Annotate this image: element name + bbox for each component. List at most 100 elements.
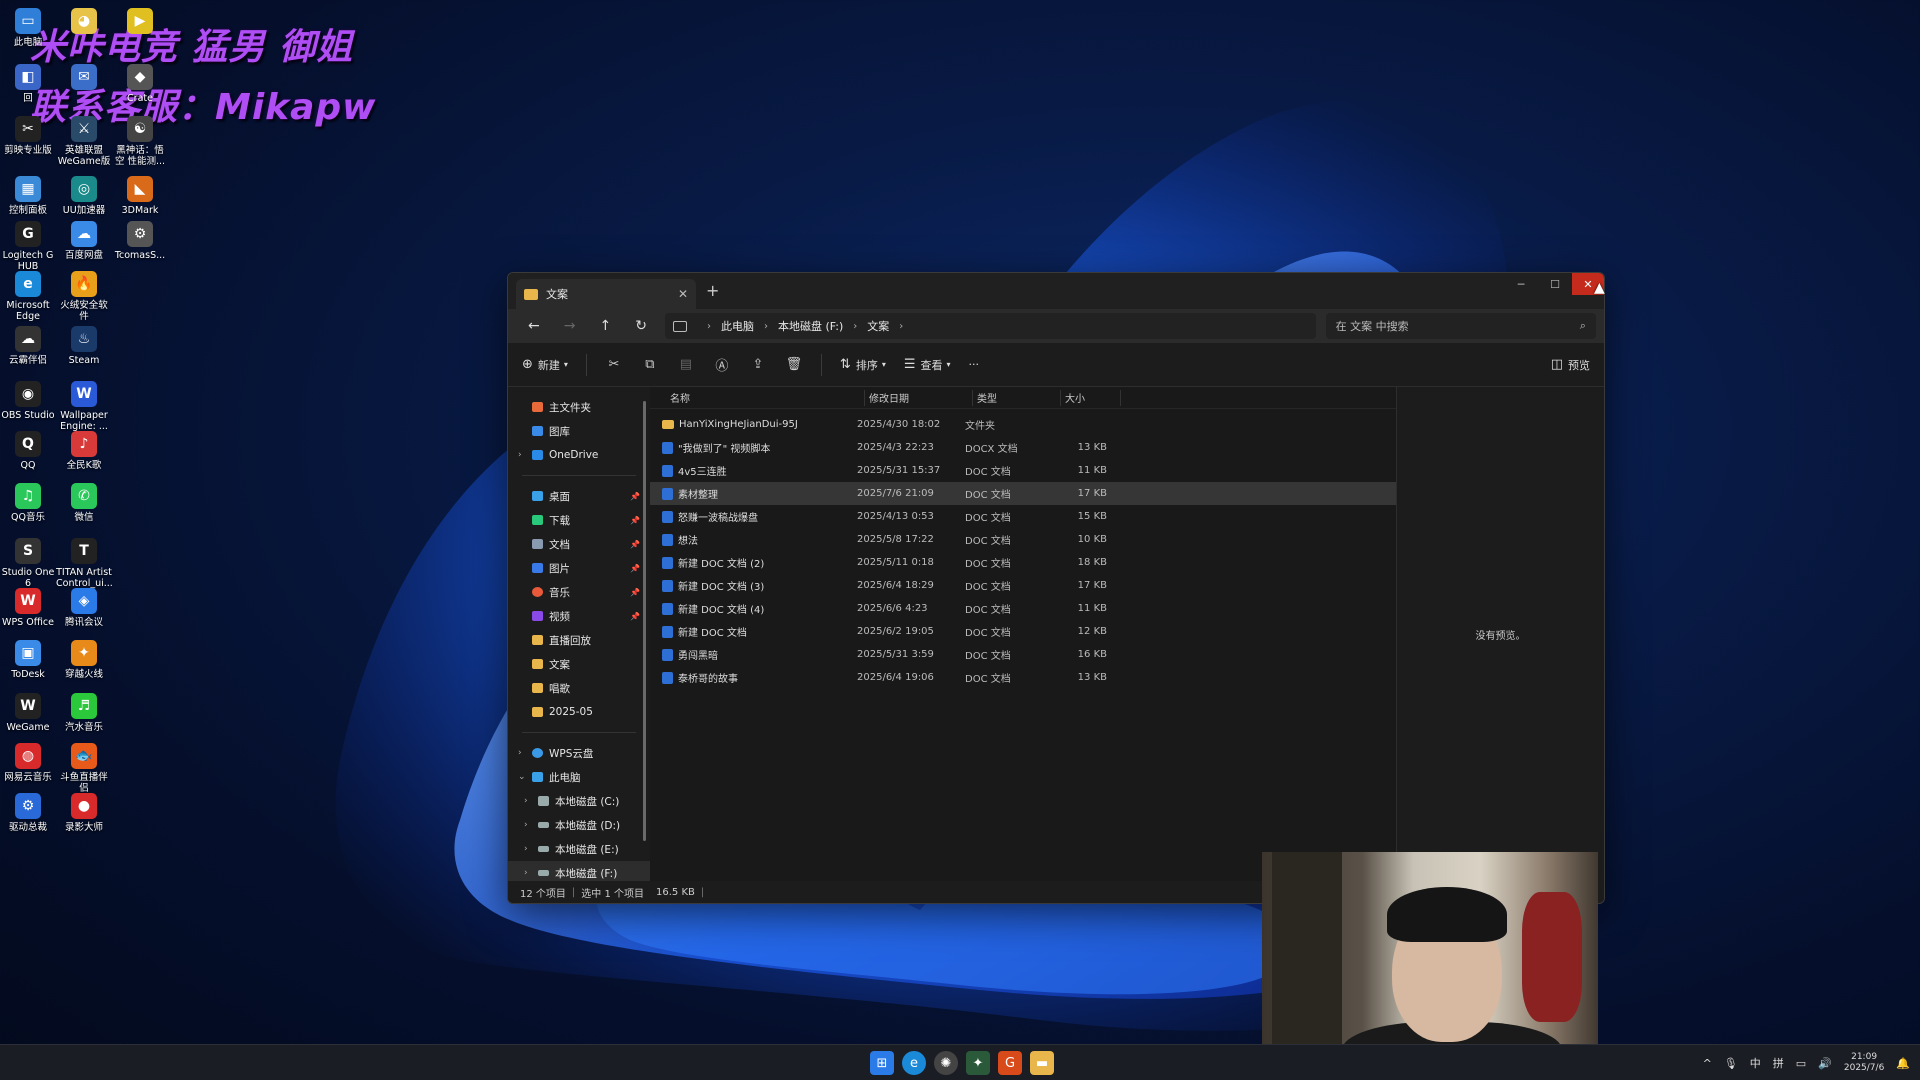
desktop-icon-item[interactable]: ◆ Crate (112, 64, 168, 104)
preview-button[interactable]: ◫ 预览 (1551, 357, 1590, 373)
nav-item-thispc[interactable]: ⌄ 此电脑 (508, 765, 650, 789)
new-tab-button[interactable]: + (706, 281, 719, 300)
app-icon[interactable]: G (998, 1051, 1022, 1075)
desktop-icon-item[interactable]: W WeGame (0, 693, 56, 733)
nav-item-drive-c[interactable]: › 本地磁盘 (C:) (508, 789, 650, 813)
nav-item-onedrive[interactable]: › OneDrive (508, 443, 650, 467)
forward-arrow-icon[interactable]: → (552, 318, 588, 334)
desktop-icon-item[interactable]: T TITAN Artist Control_ui... (56, 538, 113, 589)
desktop-icon-item[interactable]: ✉ (56, 64, 112, 93)
refresh-icon[interactable]: ↻ (623, 318, 659, 334)
desktop-icon-item[interactable]: ☁ 云霸伴侣 (0, 326, 56, 366)
new-button[interactable]: ⊕ 新建 ▾ (522, 357, 568, 373)
file-row[interactable]: "我做到了" 视频脚本 2025/4/3 22:23 DOCX 文档 13 KB (650, 436, 1396, 459)
desktop-icon-item[interactable]: Q QQ (0, 431, 56, 471)
nav-item-recordings[interactable]: 直播回放 (508, 628, 650, 652)
desktop-icon-item[interactable]: ♨ Steam (56, 326, 112, 366)
nav-item-songs[interactable]: 唱歌 (508, 676, 650, 700)
desktop-icon-item[interactable]: ◍ 网易云音乐 (0, 743, 56, 783)
network-icon[interactable]: ▭ (1796, 1057, 1806, 1070)
desktop-icon-item[interactable]: ◣ 3DMark (112, 176, 168, 216)
nav-item-downloads[interactable]: 下载 📌 (508, 508, 650, 532)
volume-icon[interactable]: 🔊 (1818, 1057, 1832, 1070)
desktop-icon-item[interactable]: e Microsoft Edge (0, 271, 56, 322)
file-row[interactable]: 勇闯黑暗 2025/5/31 3:59 DOC 文档 16 KB (650, 643, 1396, 666)
nav-item-drive-e[interactable]: › 本地磁盘 (E:) (508, 837, 650, 861)
desktop-icon-item[interactable]: G Logitech G HUB (0, 221, 56, 272)
desktop-icon-item[interactable]: S Studio One 6 (0, 538, 56, 589)
nav-item-pictures[interactable]: 图片 📌 (508, 556, 650, 580)
nav-item-drive-d[interactable]: › 本地磁盘 (D:) (508, 813, 650, 837)
desktop-icon-item[interactable]: ▦ 控制面板 (0, 176, 56, 216)
desktop-icon-item[interactable]: ♪ 全民K歌 (56, 431, 112, 471)
file-row[interactable]: 怒赚一波稿战爆盘 2025/4/13 0:53 DOC 文档 15 KB (650, 505, 1396, 528)
column-size[interactable]: 大小 (1061, 389, 1121, 406)
desktop-icon-item[interactable]: ✦ 穿越火线 (56, 640, 112, 680)
desktop-icon-item[interactable]: ⚔ 英雄联盟WeGame版 (56, 116, 112, 167)
desktop-icon-item[interactable]: ◉ OBS Studio (0, 381, 56, 421)
desktop-icon-item[interactable]: W WPS Office (0, 588, 56, 628)
maximize-icon[interactable]: ☐ (1538, 273, 1572, 295)
file-row[interactable]: 4v5三连胜 2025/5/31 15:37 DOC 文档 11 KB (650, 459, 1396, 482)
app-icon[interactable]: ✦ (966, 1051, 990, 1075)
desktop-icon-item[interactable]: ✂ 剪映专业版 (0, 116, 56, 156)
breadcrumb-thispc[interactable]: 此电脑 (721, 318, 754, 334)
back-arrow-icon[interactable]: ← (516, 318, 552, 334)
desktop-icon-item[interactable]: ◈ 腾讯会议 (56, 588, 112, 628)
notification-icon[interactable]: 🔔 (1896, 1057, 1910, 1070)
desktop-icon-item[interactable]: ☯ 黑神话：悟空 性能测... (112, 116, 168, 167)
file-row[interactable]: 新建 DOC 文档 2025/6/2 19:05 DOC 文档 12 KB (650, 620, 1396, 643)
view-button[interactable]: ☰ 查看 ▾ (904, 357, 951, 373)
tab-wenan[interactable]: 文案 ✕ (516, 279, 696, 309)
close-tab-icon[interactable]: ✕ (678, 287, 688, 301)
desktop-icon-item[interactable]: ● 录影大师 (56, 793, 112, 833)
file-row[interactable]: HanYiXingHeJianDui-95J 2025/4/30 18:02 文件夹 (650, 413, 1396, 436)
file-row[interactable]: 想法 2025/5/8 17:22 DOC 文档 10 KB (650, 528, 1396, 551)
nav-item-documents[interactable]: 文档 📌 (508, 532, 650, 556)
nav-item-wenan[interactable]: 文案 (508, 652, 650, 676)
desktop-icon-item[interactable]: ♬ 汽水音乐 (56, 693, 112, 733)
delete-icon[interactable]: 🗑 (785, 357, 803, 372)
desktop-icon-item[interactable]: ◎ UU加速器 (56, 176, 112, 216)
desktop-icon-item[interactable]: ▭ 此电脑 (0, 8, 56, 48)
nav-item-2025-05[interactable]: 2025-05 (508, 700, 650, 724)
nav-item-music[interactable]: 音乐 📌 (508, 580, 650, 604)
column-type[interactable]: 类型 (973, 389, 1061, 406)
desktop-icon-item[interactable]: ✆ 微信 (56, 483, 112, 523)
nav-item-videos[interactable]: 视频 📌 (508, 604, 650, 628)
share-icon[interactable]: ⇪ (749, 357, 767, 372)
file-explorer-icon[interactable]: ▬ (1030, 1051, 1054, 1075)
nav-item-desktop[interactable]: 桌面 📌 (508, 484, 650, 508)
app-icon[interactable]: ✺ (934, 1051, 958, 1075)
desktop-icon-item[interactable]: ◧ 回 (0, 64, 56, 104)
desktop-icon-item[interactable]: 🐟 斗鱼直播伴侣 (56, 743, 112, 794)
desktop-icon-item[interactable]: ▶ (112, 8, 168, 37)
minimize-icon[interactable]: ─ (1504, 273, 1538, 295)
sort-button[interactable]: ⇅ 排序 ▾ (840, 357, 886, 373)
column-modified[interactable]: 修改日期 (865, 389, 973, 406)
edge-icon[interactable]: e (902, 1051, 926, 1075)
file-row[interactable]: 新建 DOC 文档 (3) 2025/6/4 18:29 DOC 文档 17 KB (650, 574, 1396, 597)
search-input[interactable]: 在 文案 中搜索 ⌕ (1325, 313, 1596, 339)
microphone-icon[interactable]: 🎙 (1724, 1057, 1738, 1070)
cut-icon[interactable]: ✂ (605, 357, 623, 372)
copy-icon[interactable]: ⧉ (641, 357, 659, 372)
file-row[interactable]: 素材整理 2025/7/6 21:09 DOC 文档 17 KB (650, 482, 1396, 505)
desktop-icon-item[interactable]: ⚙ TcomasS... (112, 221, 168, 261)
tray-caret-icon[interactable]: ^ (1703, 1057, 1712, 1070)
desktop-icon-item[interactable]: ◕ (56, 8, 112, 37)
desktop-icon-item[interactable]: ▣ ToDesk (0, 640, 56, 680)
desktop-icon-item[interactable]: ☁ 百度网盘 (56, 221, 112, 261)
nav-item-wps[interactable]: › WPS云盘 (508, 741, 650, 765)
up-arrow-icon[interactable]: ↑ (588, 318, 624, 334)
file-row[interactable]: 新建 DOC 文档 (4) 2025/6/6 4:23 DOC 文档 11 KB (650, 597, 1396, 620)
file-row[interactable]: 泰桥哥的故事 2025/6/4 19:06 DOC 文档 13 KB (650, 666, 1396, 689)
ime-indicator[interactable]: 中 (1750, 1055, 1761, 1071)
more-button[interactable]: ··· (969, 358, 980, 371)
start-icon[interactable]: ⊞ (870, 1051, 894, 1075)
breadcrumb-drive-f[interactable]: 本地磁盘 (F:) (778, 318, 843, 334)
nav-item-gallery[interactable]: 图库 (508, 419, 650, 443)
desktop-icon-item[interactable]: ♫ QQ音乐 (0, 483, 56, 523)
desktop-icon-item[interactable]: ⚙ 驱动总裁 (0, 793, 56, 833)
paste-icon[interactable]: ▤ (677, 357, 695, 372)
